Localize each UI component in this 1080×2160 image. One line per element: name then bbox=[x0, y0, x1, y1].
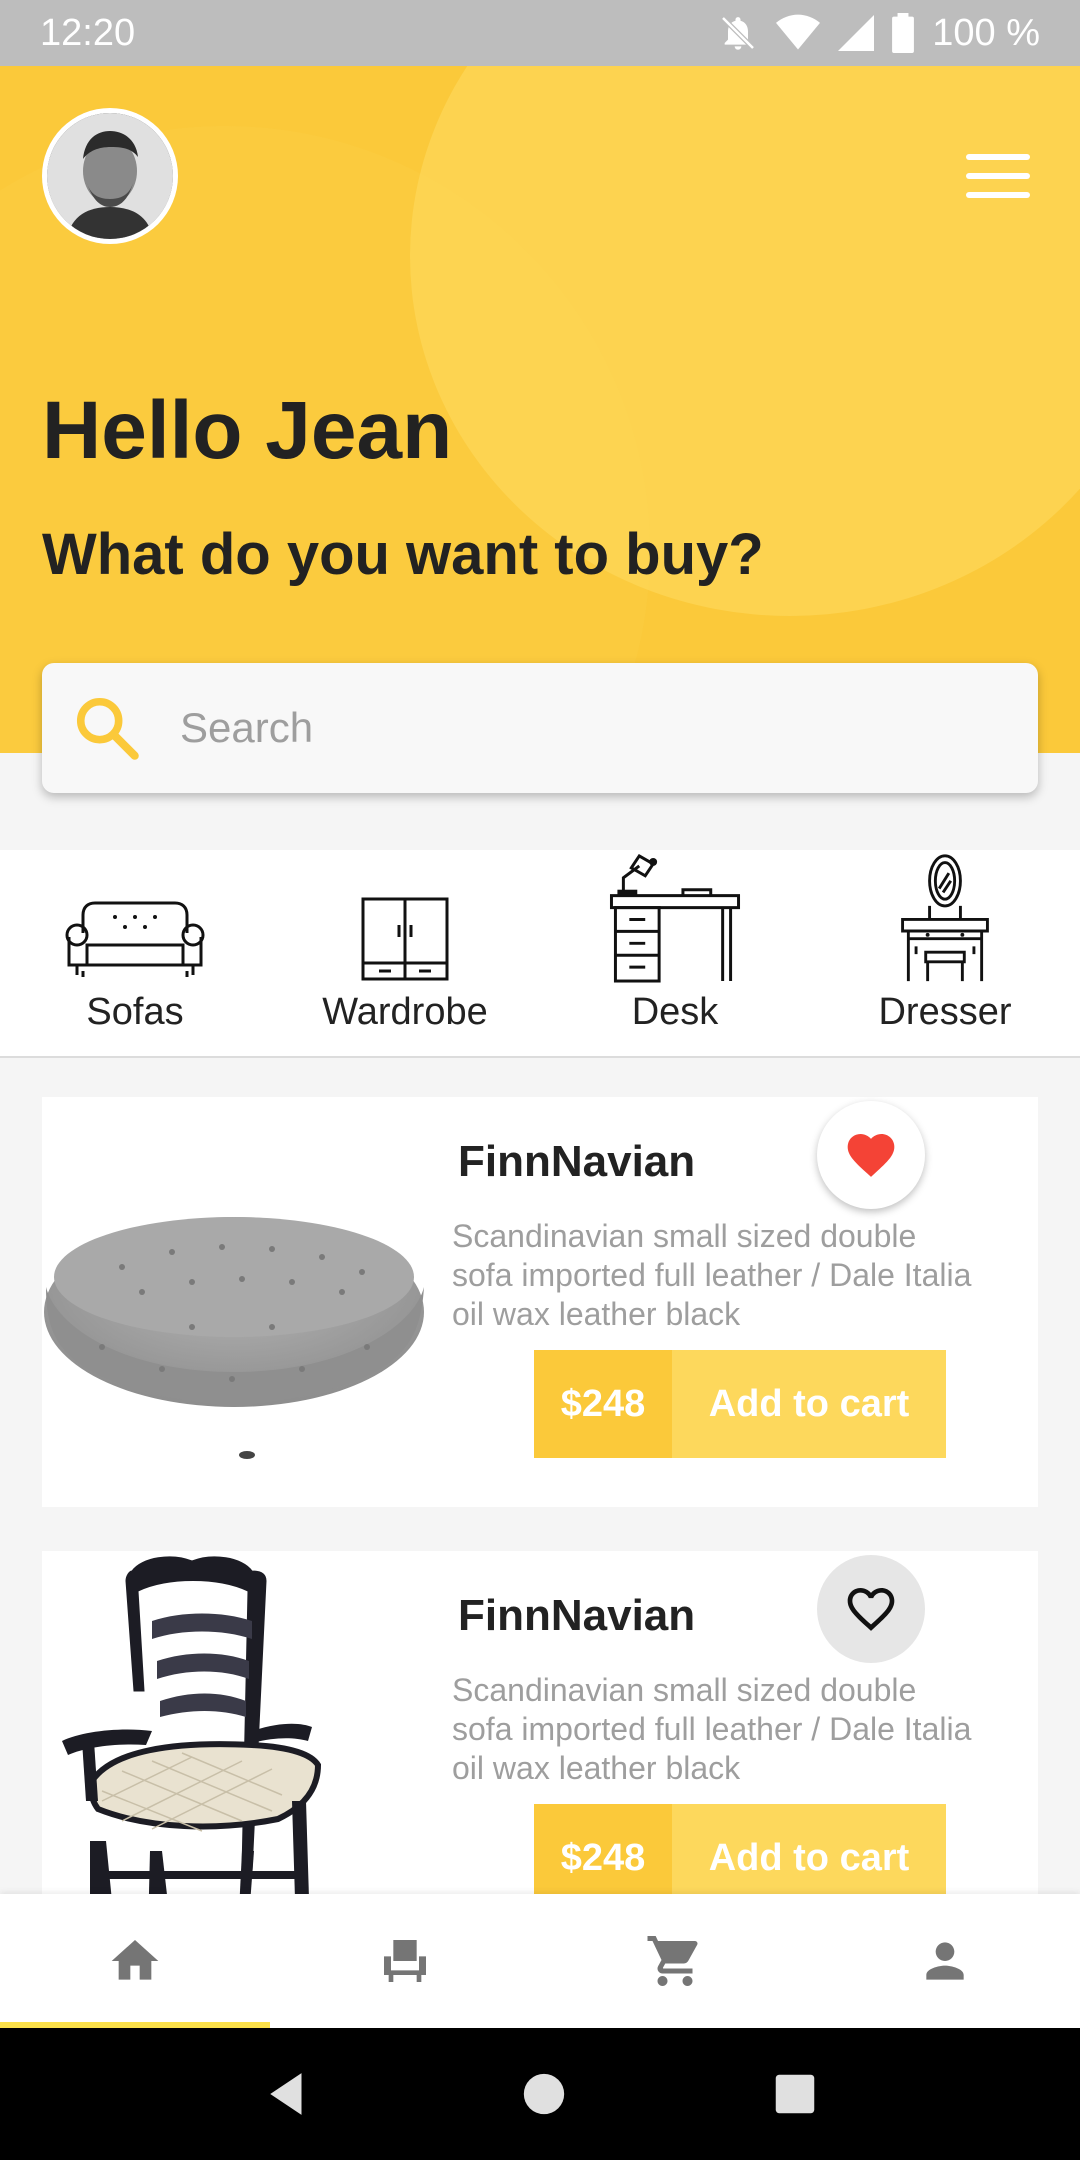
chair-icon bbox=[384, 1940, 426, 1982]
avatar-photo bbox=[47, 113, 173, 239]
nav-home[interactable] bbox=[0, 1894, 270, 2028]
search-bar[interactable] bbox=[42, 663, 1038, 793]
product-price: $248 bbox=[534, 1350, 672, 1458]
category-label: Wardrobe bbox=[322, 991, 488, 1033]
add-to-cart-group: $248 Add to cart bbox=[534, 1350, 946, 1458]
greeting: Hello Jean bbox=[42, 385, 453, 476]
heart-filled-icon bbox=[847, 1134, 895, 1177]
category-label: Desk bbox=[631, 991, 719, 1033]
search-icon bbox=[76, 697, 139, 760]
battery-icon bbox=[892, 13, 915, 53]
favorite-button[interactable] bbox=[817, 1101, 925, 1209]
wardrobe-icon bbox=[361, 897, 449, 981]
product-name: FinnNavian bbox=[458, 1591, 696, 1640]
nav-cart[interactable] bbox=[540, 1894, 810, 2028]
product-card[interactable]: FinnNavian Scandinavian small sized doub… bbox=[42, 1097, 1038, 1507]
battery-level: 100 % bbox=[932, 11, 1040, 54]
system-navigation-bar bbox=[0, 2028, 1080, 2160]
category-bar: Sofas Wardrobe Desk Dresser bbox=[0, 850, 1080, 1058]
dresser-icon bbox=[901, 854, 989, 982]
product-description: Scandinavian small sized double sofa imp… bbox=[452, 1672, 972, 1786]
category-wardrobe[interactable]: Wardrobe bbox=[270, 850, 540, 1056]
menu-icon[interactable] bbox=[966, 154, 1030, 198]
sofa-icon bbox=[65, 901, 205, 977]
product-description: Scandinavian small sized double sofa imp… bbox=[452, 1218, 972, 1332]
add-to-cart-button[interactable]: Add to cart bbox=[672, 1350, 946, 1458]
mute-icon bbox=[721, 16, 756, 50]
status-time: 12:20 bbox=[40, 11, 136, 54]
desk-icon bbox=[609, 853, 741, 983]
category-sofas[interactable]: Sofas bbox=[0, 850, 270, 1056]
back-icon[interactable] bbox=[264, 2069, 314, 2119]
search-input[interactable] bbox=[178, 703, 942, 753]
status-icons: 100 % bbox=[718, 12, 1040, 55]
avatar[interactable] bbox=[42, 108, 178, 244]
category-desk[interactable]: Desk bbox=[540, 850, 810, 1056]
category-label: Sofas bbox=[86, 991, 184, 1033]
nav-furniture[interactable] bbox=[270, 1894, 540, 2028]
status-bar: 12:20 100 % bbox=[0, 0, 1080, 66]
ottoman-image bbox=[44, 1217, 424, 1459]
favorite-button[interactable] bbox=[817, 1555, 925, 1663]
subtitle: What do you want to buy? bbox=[42, 522, 764, 587]
header: Hello Jean What do you want to buy? bbox=[0, 66, 1080, 753]
wifi-icon bbox=[776, 14, 821, 50]
cart-icon bbox=[647, 1936, 698, 1986]
recents-icon[interactable] bbox=[774, 2073, 816, 2115]
bottom-navigation bbox=[0, 1894, 1080, 2028]
category-label: Dresser bbox=[878, 991, 1012, 1033]
signal-icon bbox=[838, 15, 875, 51]
profile-icon bbox=[926, 1942, 964, 1980]
product-name: FinnNavian bbox=[458, 1137, 696, 1186]
heart-outline-icon bbox=[847, 1588, 895, 1631]
nav-profile[interactable] bbox=[810, 1894, 1080, 2028]
home-icon bbox=[111, 1940, 159, 1980]
category-dresser[interactable]: Dresser bbox=[810, 850, 1080, 1056]
home-button-icon[interactable] bbox=[522, 2072, 566, 2116]
